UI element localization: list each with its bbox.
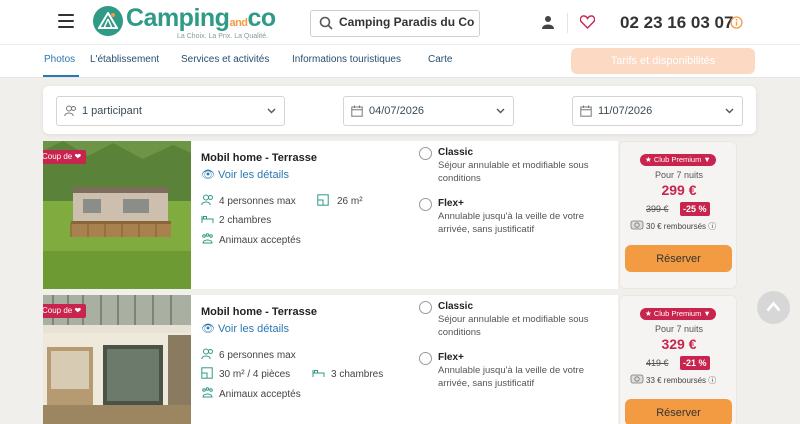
info-icon[interactable]: [730, 16, 743, 29]
tab-informations[interactable]: Informations touristiques: [292, 54, 401, 65]
option-classic-radio[interactable]: [419, 147, 432, 160]
refund-amount: 30 € remboursés ⓘ: [646, 222, 717, 231]
refund-icon: [630, 220, 644, 230]
search-box[interactable]: [310, 10, 480, 37]
tab-carte[interactable]: Carte: [428, 54, 452, 65]
calendar-icon: [580, 105, 592, 117]
participants-value: 1 participant: [82, 105, 142, 117]
listing-title: Mobil home - Terrasse: [201, 152, 317, 164]
section-nav: Photos L'établissement Services et activ…: [0, 45, 800, 78]
end-date-value: 11/07/2026: [598, 105, 653, 117]
end-date-select[interactable]: 11/07/2026: [572, 96, 743, 126]
option-flex-desc: Annulable jusqu'à la veille de votre arr…: [438, 365, 584, 389]
logo-text: Campingandco: [126, 4, 276, 32]
logo-tent-icon: [93, 6, 123, 36]
pet-icon: [202, 233, 213, 244]
pets-value: Animaux acceptés: [219, 389, 301, 400]
option-classic-desc: Séjour annulable et modifiable sous cond…: [438, 314, 589, 338]
listing-photo[interactable]: Coup de ❤: [43, 141, 191, 289]
rooms-value: 3 chambres: [331, 369, 384, 380]
area-value: 30 m² / 4 pièces: [219, 369, 291, 380]
search-input[interactable]: [339, 15, 477, 29]
area-icon: [317, 194, 329, 206]
start-date-value: 04/07/2026: [369, 105, 425, 117]
rooms-value: 2 chambres: [219, 215, 272, 226]
logo-tagline: La Choix. La Prix. La Qualité.: [177, 33, 269, 40]
details-link[interactable]: 👁 Voir les détails: [201, 322, 289, 335]
nights-label: Pour 7 nuits: [654, 324, 704, 334]
club-premium-badge: ★ Club Premium ▼: [640, 308, 716, 320]
area-value: 26 m²: [337, 196, 363, 207]
active-tab-indicator: [43, 75, 79, 77]
option-classic-desc: Séjour annulable et modifiable sous cond…: [438, 160, 589, 184]
participants-select[interactable]: 1 participant: [56, 96, 285, 126]
favorites-heart-icon[interactable]: [580, 15, 595, 29]
scroll-to-top-button[interactable]: [757, 291, 790, 324]
details-link[interactable]: 👁 Voir les détails: [201, 168, 289, 181]
reserve-button[interactable]: Réserver: [625, 399, 732, 424]
persons-max: 6 personnes max: [219, 350, 296, 361]
persons-max: 4 personnes max: [219, 196, 296, 207]
option-flex-radio[interactable]: [419, 198, 432, 211]
persons-icon: [201, 194, 213, 206]
pet-icon: [202, 387, 213, 398]
bed-icon: [201, 216, 214, 223]
chevron-down-icon: [725, 108, 734, 114]
listing-card: Coup de ❤ Mobil home - Terrasse 👁 Voir l…: [43, 141, 618, 289]
option-flex-desc: Annulable jusqu'à la veille de votre arr…: [438, 211, 584, 235]
reserve-button[interactable]: Réserver: [625, 245, 732, 272]
old-price: 419 €: [646, 358, 669, 368]
user-account-icon[interactable]: [541, 15, 555, 29]
refund-amount: 33 € remboursés ⓘ: [646, 376, 717, 385]
tab-etablissement[interactable]: L'établissement: [90, 54, 159, 65]
header-divider: [567, 13, 568, 33]
coup-de-coeur-badge: Coup de ❤: [43, 150, 87, 164]
chevron-down-icon: [496, 108, 505, 114]
option-flex-name: Flex+: [438, 198, 464, 209]
menu-burger-button[interactable]: [58, 14, 74, 28]
tab-services[interactable]: Services et activités: [181, 54, 269, 65]
old-price: 399 €: [646, 204, 669, 214]
listing-card: Coup de ❤ Mobil home - Terrasse 👁 Voir l…: [43, 295, 618, 424]
pets-value: Animaux acceptés: [219, 235, 301, 246]
phone-number[interactable]: 02 23 16 03 07: [620, 13, 733, 33]
site-header: Campingandco La Choix. La Prix. La Quali…: [0, 0, 800, 45]
nights-label: Pour 7 nuits: [654, 170, 704, 180]
persons-icon: [201, 348, 213, 360]
coup-de-coeur-badge: Coup de ❤: [43, 304, 87, 318]
listing-title: Mobil home - Terrasse: [201, 306, 317, 318]
option-classic-name: Classic: [438, 301, 474, 312]
option-flex-radio[interactable]: [419, 352, 432, 365]
option-classic-name: Classic: [438, 147, 474, 158]
option-classic-radio[interactable]: [419, 301, 432, 314]
price-panel: ★ Club Premium ▼ Pour 7 nuits 329 € 419 …: [619, 295, 737, 424]
discount-badge: -25 %: [680, 202, 710, 216]
current-price: 329 €: [661, 336, 697, 352]
club-premium-badge: ★ Club Premium ▼: [640, 154, 716, 166]
start-date-select[interactable]: 04/07/2026: [343, 96, 514, 126]
area-icon: [201, 367, 213, 379]
refund-icon: [630, 374, 644, 384]
participants-icon: [64, 105, 76, 117]
tarifs-button[interactable]: Tarifs et disponibilités: [571, 48, 755, 74]
bed-icon: [312, 370, 325, 377]
search-icon: [319, 16, 333, 30]
chevron-down-icon: [267, 108, 276, 114]
price-panel: ★ Club Premium ▼ Pour 7 nuits 299 € 399 …: [619, 141, 737, 289]
listing-photo[interactable]: Coup de ❤: [43, 295, 191, 424]
site-logo[interactable]: Campingandco La Choix. La Prix. La Quali…: [93, 3, 303, 43]
current-price: 299 €: [661, 182, 697, 198]
booking-filter-bar: 1 participant 04/07/2026 11/07/2026: [43, 86, 756, 134]
calendar-icon: [351, 105, 363, 117]
chevron-up-icon: [766, 301, 781, 312]
tab-photos[interactable]: Photos: [44, 54, 75, 65]
option-flex-name: Flex+: [438, 352, 464, 363]
discount-badge: -21 %: [680, 356, 710, 370]
